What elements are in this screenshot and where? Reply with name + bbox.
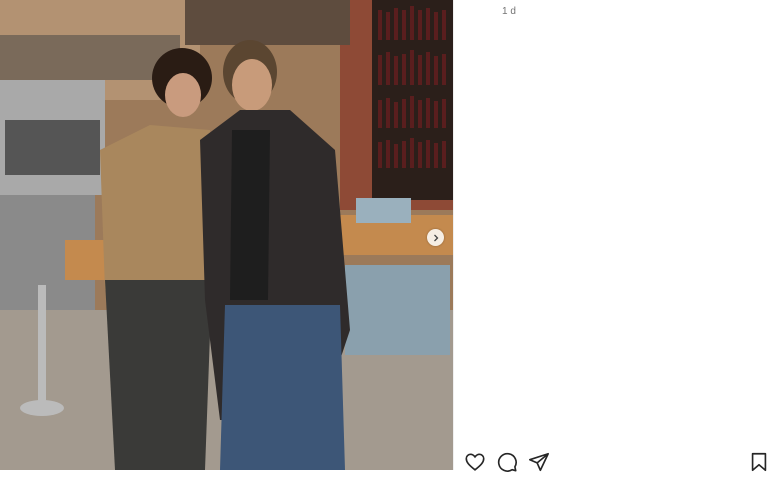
photo-scene <box>0 0 453 470</box>
next-photo-button[interactable] <box>427 229 444 246</box>
chevron-right-icon <box>433 234 438 241</box>
post-sidebar: 1 d <box>453 0 780 472</box>
post-photo[interactable] <box>0 0 453 470</box>
post-timestamp: 1 d <box>502 6 516 17</box>
